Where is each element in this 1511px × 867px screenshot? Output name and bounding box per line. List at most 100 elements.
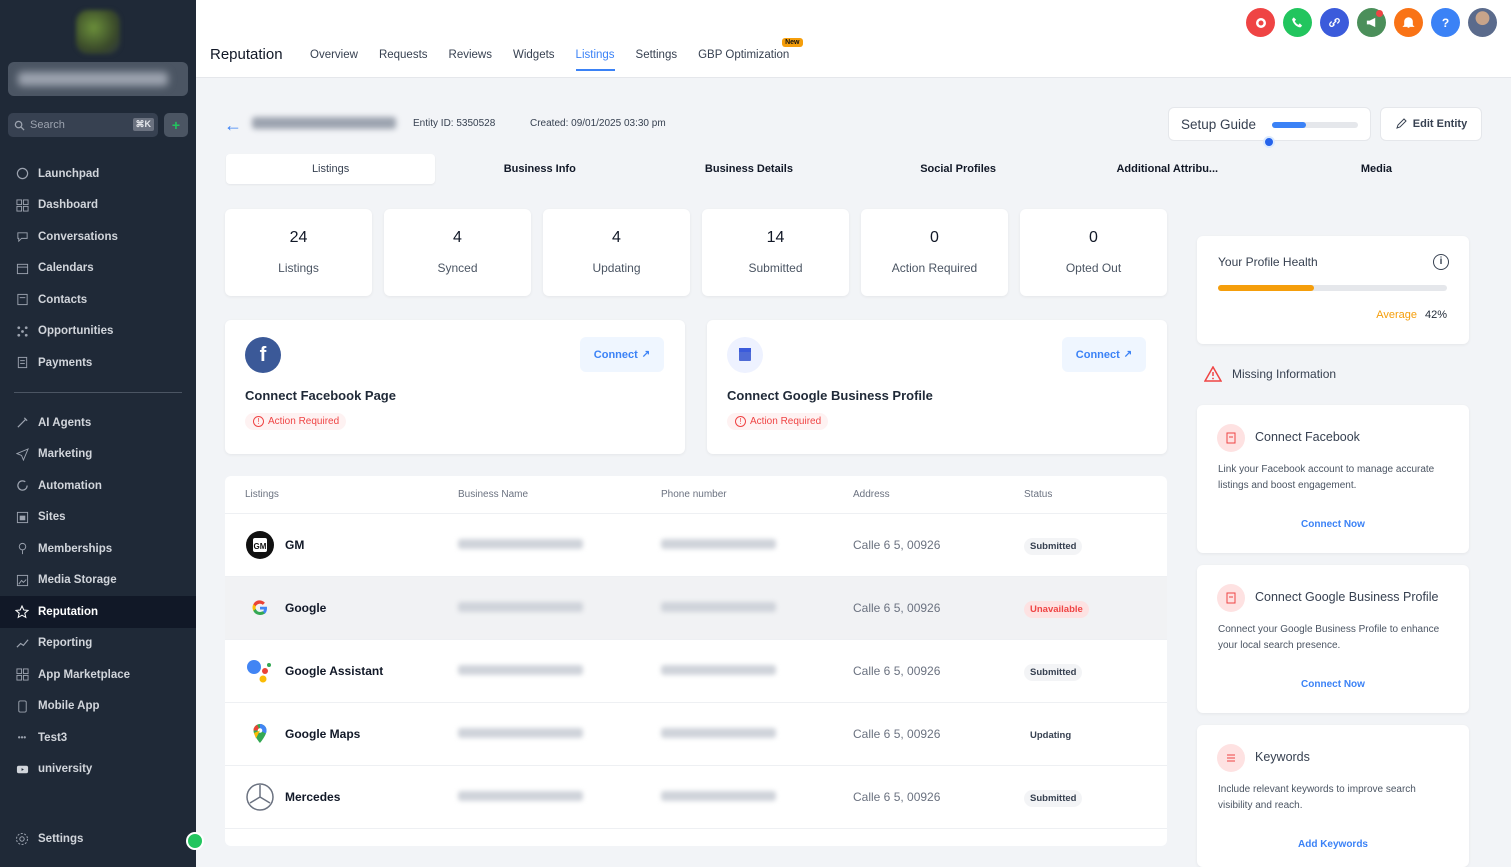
help-icon[interactable]: ?	[1431, 8, 1460, 37]
listings-table: Listings Business Name Phone number Addr…	[225, 476, 1167, 846]
status-badge: Submitted	[1024, 664, 1083, 681]
sidebar-item-marketing[interactable]: Marketing	[0, 439, 196, 471]
connect-google-card: Connect ↗ Connect Google Business Profile…	[707, 320, 1167, 454]
listing-name: Mercedes	[285, 790, 341, 804]
bell-icon[interactable]	[1394, 8, 1423, 37]
link-icon[interactable]	[1320, 8, 1349, 37]
sidebar-item-label: Opportunities	[38, 325, 114, 338]
media-icon	[14, 572, 30, 588]
account-switcher[interactable]	[8, 62, 188, 96]
subtab-additional-attributes[interactable]: Additional Attribu...	[1063, 154, 1272, 184]
table-row[interactable]: Google Maps Calle 6 5, 00926 Updating	[225, 703, 1167, 766]
table-row[interactable]: Mercedes Calle 6 5, 00926 Submitted	[225, 766, 1167, 829]
sidebar-item-app-marketplace[interactable]: App Marketplace	[0, 659, 196, 691]
subtab-social-profiles[interactable]: Social Profiles	[854, 154, 1063, 184]
sidebar-item-reputation[interactable]: Reputation	[0, 596, 196, 628]
subtab-business-details[interactable]: Business Details	[644, 154, 853, 184]
status-badge: Submitted	[1024, 790, 1083, 807]
connect-card-title: Connect Facebook Page	[245, 388, 396, 403]
subtab-media[interactable]: Media	[1272, 154, 1481, 184]
stat-label: Listings	[278, 261, 319, 275]
entity-id: Entity ID: 5350528	[413, 118, 496, 129]
table-row[interactable]: GM GM Calle 6 5, 00926 Submitted	[225, 514, 1167, 577]
sidebar-item-conversations[interactable]: Conversations	[0, 221, 196, 253]
stat-label: Updating	[592, 261, 641, 275]
table-row[interactable]: Google Assistant Calle 6 5, 00926 Submit…	[225, 640, 1167, 703]
pencil-icon	[1396, 118, 1407, 129]
col-status: Status	[1024, 489, 1053, 500]
sidebar-item-opportunities[interactable]: Opportunities	[0, 316, 196, 348]
phone-icon[interactable]	[1283, 8, 1312, 37]
setup-guide-button[interactable]: Setup Guide	[1168, 107, 1371, 148]
sidebar-item-payments[interactable]: Payments	[0, 347, 196, 379]
list-icon	[1217, 744, 1245, 772]
tab-settings[interactable]: Settings	[636, 49, 678, 71]
sidebar-search[interactable]: Search ⌘K	[8, 113, 158, 137]
subtab-business-info[interactable]: Business Info	[435, 154, 644, 184]
subtab-listings[interactable]: Listings	[226, 154, 436, 184]
record-icon[interactable]	[1246, 8, 1275, 37]
sidebar-item-test3[interactable]: ••• Test3	[0, 722, 196, 754]
sidebar-item-media-storage[interactable]: Media Storage	[0, 565, 196, 597]
connect-facebook-button[interactable]: Connect ↗	[580, 337, 664, 372]
external-link-icon: ↗	[1123, 349, 1133, 360]
listing-name: Google Maps	[285, 727, 361, 741]
sidebar-item-label: Marketing	[38, 448, 93, 461]
sidebar-item-label: App Marketplace	[38, 668, 131, 681]
edit-entity-button[interactable]: Edit Entity	[1380, 107, 1482, 141]
back-arrow-icon[interactable]: ←	[224, 115, 242, 136]
badge-label: Action Required	[268, 416, 340, 427]
connect-google-button[interactable]: Connect ↗	[1062, 337, 1146, 372]
search-icon	[14, 120, 25, 131]
add-keywords-link[interactable]: Add Keywords	[1197, 839, 1469, 850]
col-address: Address	[853, 489, 890, 500]
memberships-icon	[14, 541, 30, 557]
health-rating: Average	[1376, 309, 1417, 321]
sidebar-item-sites[interactable]: Sites	[0, 502, 196, 534]
status-badge: Submitted	[1024, 538, 1083, 555]
tab-requests[interactable]: Requests	[379, 49, 428, 71]
sidebar-item-settings[interactable]: Settings	[0, 823, 196, 855]
sidebar-item-ai-agents[interactable]: AI Agents	[0, 407, 196, 439]
search-placeholder: Search	[30, 119, 65, 131]
megaphone-icon[interactable]	[1357, 8, 1386, 37]
sidebar-item-calendars[interactable]: Calendars	[0, 253, 196, 285]
table-row[interactable]: Google Calle 6 5, 00926 Unavailable	[225, 577, 1167, 640]
sidebar-item-dashboard[interactable]: Dashboard	[0, 190, 196, 222]
col-business-name: Business Name	[458, 489, 529, 500]
sidebar-nav-bottom: AI Agents Marketing Automation Sites Mem…	[0, 407, 196, 785]
profile-health-fill	[1218, 285, 1315, 291]
sidebar-item-university[interactable]: university	[0, 754, 196, 786]
tab-listings[interactable]: Listings	[575, 49, 615, 71]
address-cell: Calle 6 5, 00926	[853, 601, 941, 615]
company-logo[interactable]	[76, 10, 120, 54]
stat-value: 4	[612, 229, 621, 246]
quick-add-button[interactable]: +	[164, 113, 188, 137]
main-content: ← Entity ID: 5350528 Created: 09/01/2025…	[196, 79, 1511, 867]
dashboard-icon	[14, 197, 30, 213]
tab-gbp-optimization[interactable]: GBP Optimization New	[698, 38, 803, 71]
setup-guide-label: Setup Guide	[1181, 117, 1257, 132]
info-icon[interactable]: i	[1433, 254, 1449, 270]
sidebar-item-memberships[interactable]: Memberships	[0, 533, 196, 565]
sidebar-item-contacts[interactable]: Contacts	[0, 284, 196, 316]
stat-value: 0	[1089, 229, 1098, 246]
connect-now-link[interactable]: Connect Now	[1197, 679, 1469, 690]
setup-progress-knob	[1263, 136, 1275, 148]
connect-now-link[interactable]: Connect Now	[1197, 519, 1469, 530]
sidebar-item-mobile-app[interactable]: Mobile App	[0, 691, 196, 723]
missing-card-desc: Include relevant keywords to improve sea…	[1218, 784, 1416, 811]
tab-reviews[interactable]: Reviews	[449, 49, 492, 71]
tab-overview[interactable]: Overview	[310, 49, 358, 71]
missing-card-desc: Connect your Google Business Profile to …	[1218, 624, 1440, 651]
sidebar-item-label: Calendars	[38, 262, 94, 275]
sidebar-item-reporting[interactable]: Reporting	[0, 628, 196, 660]
stat-card-opted-out: 0 Opted Out	[1020, 209, 1167, 296]
sidebar-item-launchpad[interactable]: Launchpad	[0, 158, 196, 190]
missing-card-keywords: Keywords Include relevant keywords to im…	[1197, 725, 1469, 867]
sidebar-item-automation[interactable]: Automation	[0, 470, 196, 502]
header-actions: ?	[1246, 8, 1497, 37]
tab-widgets[interactable]: Widgets	[513, 49, 555, 71]
listing-name: Google Assistant	[285, 664, 384, 678]
avatar[interactable]	[1468, 8, 1497, 37]
